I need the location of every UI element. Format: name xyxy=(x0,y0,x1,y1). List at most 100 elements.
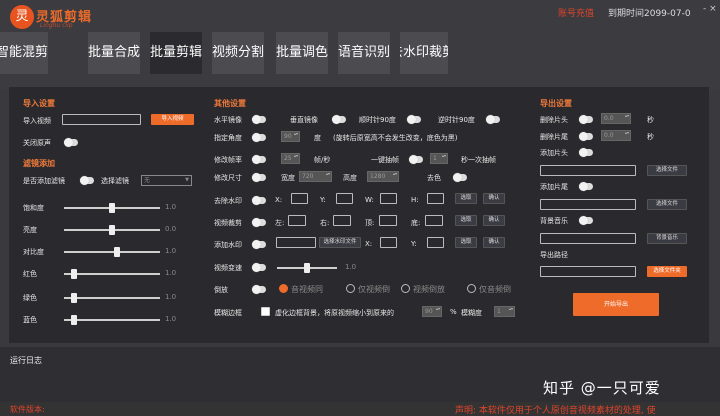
choose-folder-button[interactable]: 选择文件夹 xyxy=(647,266,687,277)
angle-toggle[interactable] xyxy=(252,133,266,142)
cut-head-stepper[interactable]: 0.0 xyxy=(601,113,631,124)
wm-w-label: W: xyxy=(365,196,374,204)
status-bar: 软件版本: 声明: 本软件仅用于个人原创音视频素材的处理, 使 xyxy=(0,402,720,416)
filter-slider-handle[interactable] xyxy=(70,315,77,325)
angle-stepper[interactable]: 90 xyxy=(281,131,300,142)
cut-tail-toggle[interactable] xyxy=(579,132,593,141)
tab-batch-compose[interactable]: 批量合成 xyxy=(88,32,140,74)
filter-slider-handle[interactable] xyxy=(109,225,115,235)
window-controls[interactable]: - × xyxy=(703,4,717,14)
head-file-input[interactable] xyxy=(540,165,636,176)
onekey-frame-toggle[interactable] xyxy=(409,155,423,164)
export-path-input[interactable] xyxy=(540,266,636,277)
height-stepper[interactable]: 1280 xyxy=(367,171,399,182)
onekey-frame-unit: 秒一次抽帧 xyxy=(461,156,496,164)
reverse-option-1-radio[interactable] xyxy=(279,284,288,293)
tail-file-input[interactable] xyxy=(540,199,636,210)
mute-audio-toggle[interactable] xyxy=(64,138,78,147)
reverse-option-2-radio[interactable] xyxy=(346,284,355,293)
wm-y-input[interactable] xyxy=(336,193,353,204)
onekey-frame-stepper[interactable]: 1 xyxy=(430,153,448,164)
speed-toggle[interactable] xyxy=(252,263,266,272)
watermark-file-input[interactable] xyxy=(276,237,316,248)
add-wm-confirm-button[interactable]: 确认 xyxy=(483,237,505,248)
filter-slider-handle[interactable] xyxy=(113,247,120,257)
blur-border-checkbox[interactable] xyxy=(261,307,270,316)
remove-watermark-toggle[interactable] xyxy=(252,196,266,205)
run-log-panel: 运行日志 知乎 @一只可爱 xyxy=(0,347,720,402)
rotate-ccw-toggle[interactable] xyxy=(486,115,500,124)
filter-slider[interactable] xyxy=(64,315,160,325)
reverse-option-1-label: 音视频同 xyxy=(291,285,323,294)
crop-confirm-button[interactable]: 确认 xyxy=(483,215,505,226)
filter-slider[interactable] xyxy=(64,225,160,235)
add-filter-toggle[interactable] xyxy=(80,176,94,185)
fps-stepper[interactable]: 25 xyxy=(281,153,300,164)
filter-slider-handle[interactable] xyxy=(70,269,77,279)
rotate-cw-toggle[interactable] xyxy=(407,115,421,124)
filter-slider-handle[interactable] xyxy=(109,203,115,213)
settings-panel: 导入设置 导入视频 导入视频 关闭原声 滤镜添加 是否添加滤镜 选择滤镜 无 ▼ … xyxy=(9,87,709,343)
tail-choose-file-button[interactable]: 选择文件 xyxy=(647,199,687,210)
tab-video-split[interactable]: 视频分割 xyxy=(212,32,264,74)
crop-pick-button[interactable]: 选取 xyxy=(455,215,477,226)
hmirror-toggle[interactable] xyxy=(252,115,266,124)
filter-select[interactable]: 无 ▼ xyxy=(141,175,192,186)
blur-scale-stepper[interactable]: 90 xyxy=(422,306,442,317)
blur-degree-stepper[interactable]: 1 xyxy=(494,306,515,317)
fps-label: 修改帧率 xyxy=(214,156,242,164)
tab-batch-edit[interactable]: 批量剪辑 xyxy=(150,32,202,74)
head-choose-file-button[interactable]: 选择文件 xyxy=(647,165,687,176)
start-export-button[interactable]: 开始导出 xyxy=(573,293,659,316)
filter-slider[interactable] xyxy=(64,247,160,257)
size-toggle[interactable] xyxy=(252,173,266,182)
add-watermark-toggle[interactable] xyxy=(252,240,266,249)
filter-slider[interactable] xyxy=(64,203,160,213)
crop-left-input[interactable] xyxy=(288,215,306,226)
bgm-file-input[interactable] xyxy=(540,233,636,244)
speed-slider-handle[interactable] xyxy=(304,263,310,273)
wm-x-input[interactable] xyxy=(291,193,308,204)
filter-slider-label: 亮度 xyxy=(23,226,37,234)
add-tail-toggle[interactable] xyxy=(579,182,593,191)
vmirror-toggle[interactable] xyxy=(332,115,346,124)
filter-slider-handle[interactable] xyxy=(70,293,77,303)
add-wm-pick-button[interactable]: 选取 xyxy=(455,237,477,248)
bgm-choose-button[interactable]: 背景音乐 xyxy=(647,233,687,244)
crop-right-input[interactable] xyxy=(333,215,351,226)
tab-smart-mix[interactable]: 智能混剪 xyxy=(0,32,48,74)
tab-watermark-crop[interactable]: 去水印裁剪 xyxy=(400,32,448,74)
cut-head-toggle[interactable] xyxy=(579,115,593,124)
crop-toggle[interactable] xyxy=(252,218,266,227)
add-head-toggle[interactable] xyxy=(579,148,593,157)
filter-slider-value: 0.0 xyxy=(165,225,177,233)
add-wm-x-input[interactable] xyxy=(380,237,397,248)
import-video-input[interactable] xyxy=(62,114,141,125)
filter-slider[interactable] xyxy=(64,269,160,279)
tab-batch-color[interactable]: 批量调色 xyxy=(276,32,328,74)
tab-speech-recognition[interactable]: 语音识别 xyxy=(338,32,390,74)
reverse-toggle[interactable] xyxy=(252,285,266,294)
decolor-toggle[interactable] xyxy=(453,173,467,182)
choose-watermark-file-button[interactable]: 选择水印文件 xyxy=(319,237,361,248)
reverse-option-4-radio[interactable] xyxy=(467,284,476,293)
bgm-toggle[interactable] xyxy=(579,216,593,225)
crop-bottom-input[interactable] xyxy=(425,215,443,226)
filter-slider[interactable] xyxy=(64,293,160,303)
reverse-option-3-radio[interactable] xyxy=(401,284,410,293)
blur-border-label: 模糊边框 xyxy=(214,309,242,317)
crop-top-input[interactable] xyxy=(379,215,397,226)
wm-confirm-button[interactable]: 确认 xyxy=(483,193,505,204)
speed-slider[interactable] xyxy=(277,263,337,273)
account-recharge-link[interactable]: 账号充值 xyxy=(558,6,594,19)
wm-pick-button[interactable]: 选取 xyxy=(455,193,477,204)
wm-h-input[interactable] xyxy=(427,193,444,204)
wm-w-input[interactable] xyxy=(380,193,397,204)
cut-tail-stepper[interactable]: 0.0 xyxy=(601,130,631,141)
width-stepper[interactable]: 720 xyxy=(299,171,332,182)
import-video-button[interactable]: 导入视频 xyxy=(151,114,194,125)
add-wm-y-input[interactable] xyxy=(427,237,444,248)
choose-filter-label: 选择滤镜 xyxy=(101,177,129,185)
fps-toggle[interactable] xyxy=(252,155,266,164)
speed-label: 视频变速 xyxy=(214,264,242,272)
